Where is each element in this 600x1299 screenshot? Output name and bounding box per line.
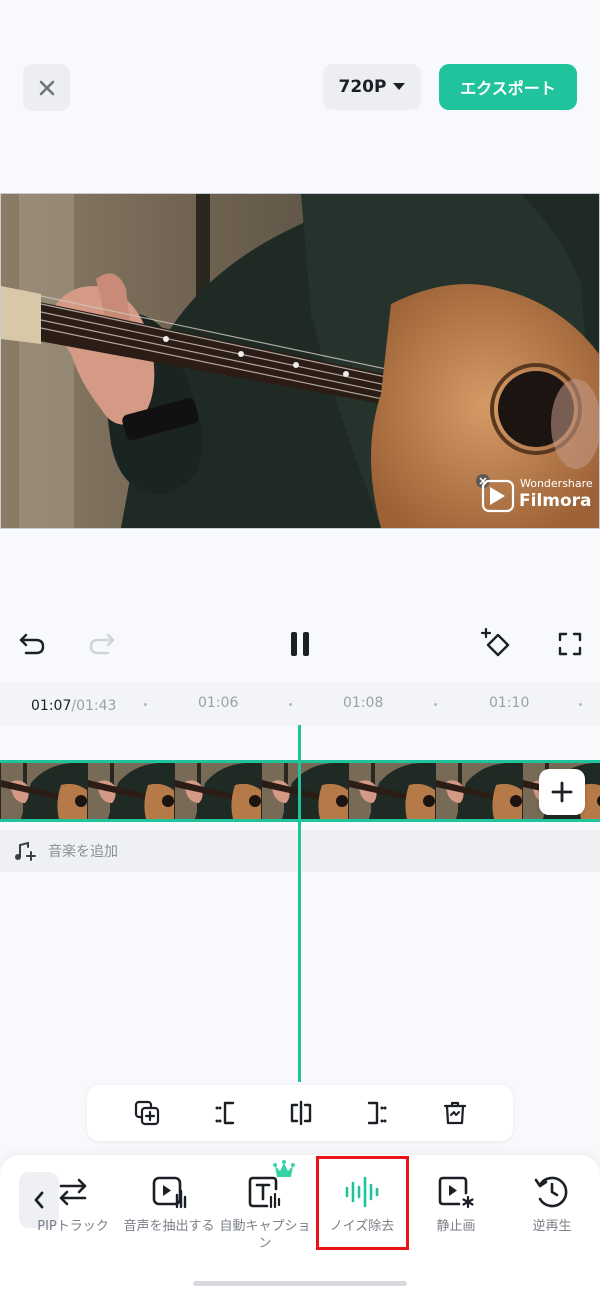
freeze-frame-icon bbox=[436, 1172, 476, 1212]
watermark-brand-top: Wondershare bbox=[520, 477, 593, 490]
add-clip-button[interactable] bbox=[539, 769, 585, 815]
pip-swap-icon bbox=[53, 1172, 93, 1212]
music-add-icon bbox=[15, 841, 36, 861]
duplicate-icon bbox=[134, 1100, 160, 1126]
premium-crown-icon bbox=[273, 1160, 295, 1177]
tool-auto-caption[interactable]: 自動キャプション bbox=[217, 1160, 313, 1262]
tool-label: 静止画 bbox=[436, 1219, 476, 1234]
redo-button[interactable] bbox=[86, 628, 118, 660]
add-music-label: 音楽を追加 bbox=[48, 844, 118, 860]
ruler-dot bbox=[434, 703, 437, 706]
playhead[interactable] bbox=[298, 725, 301, 1082]
ruler-dot bbox=[579, 703, 582, 706]
split-icon bbox=[290, 1100, 312, 1126]
ruler-dot bbox=[144, 703, 147, 706]
fullscreen-button[interactable] bbox=[556, 630, 584, 658]
time-display: 01:07/01:43 bbox=[31, 695, 116, 714]
ruler-dot bbox=[289, 703, 292, 706]
auto-caption-icon bbox=[245, 1160, 295, 1212]
trim-start-button[interactable] bbox=[209, 1098, 239, 1128]
delete-button[interactable] bbox=[440, 1098, 470, 1128]
tool-pip-track[interactable]: PIPトラック bbox=[25, 1172, 121, 1262]
clip-thumbnail bbox=[348, 763, 435, 819]
resolution-label: 720P bbox=[338, 77, 387, 97]
tool-label: 逆再生 bbox=[532, 1219, 572, 1234]
trim-end-icon bbox=[367, 1101, 387, 1125]
tool-label: PIPトラック bbox=[37, 1219, 109, 1234]
home-indicator[interactable] bbox=[193, 1281, 407, 1286]
clip-thumbnail bbox=[87, 763, 174, 819]
fullscreen-icon bbox=[558, 632, 582, 656]
pause-button[interactable] bbox=[284, 628, 316, 660]
keyframe-button[interactable] bbox=[479, 626, 513, 660]
video-preview[interactable]: Wondershare Filmora bbox=[0, 193, 600, 529]
split-button[interactable] bbox=[286, 1098, 316, 1128]
current-time: 01:07 bbox=[31, 698, 72, 714]
ruler-tick: 01:10 bbox=[489, 695, 530, 711]
reverse-icon bbox=[532, 1172, 572, 1212]
tool-reverse[interactable]: 逆再生 bbox=[504, 1172, 600, 1262]
ruler-tick: 01:08 bbox=[343, 695, 384, 711]
tool-extract-audio[interactable]: 音声を抽出する bbox=[121, 1172, 217, 1262]
close-button[interactable] bbox=[23, 64, 70, 111]
ruler-tick: 01:06 bbox=[198, 695, 239, 711]
redo-icon bbox=[89, 633, 115, 655]
total-time: /01:43 bbox=[71, 698, 117, 714]
pause-icon bbox=[291, 632, 309, 656]
extract-audio-icon bbox=[149, 1172, 189, 1212]
delete-icon bbox=[443, 1101, 467, 1125]
caret-down-icon bbox=[393, 83, 406, 90]
watermark-brand-bottom: Filmora bbox=[519, 491, 592, 511]
clip-thumbnail bbox=[435, 763, 522, 819]
resolution-dropdown[interactable]: 720P bbox=[323, 64, 421, 110]
trim-end-button[interactable] bbox=[363, 1098, 393, 1128]
keyframe-add-icon bbox=[480, 627, 510, 657]
tool-label: 自動キャプション bbox=[219, 1219, 311, 1251]
clip-thumbnail bbox=[174, 763, 261, 819]
plus-icon bbox=[551, 781, 573, 803]
undo-button[interactable] bbox=[16, 628, 48, 660]
undo-icon bbox=[19, 633, 45, 655]
selection-highlight bbox=[316, 1156, 409, 1250]
clip-thumbnail bbox=[261, 763, 348, 819]
clip-thumbnail bbox=[0, 763, 87, 819]
tool-label: 音声を抽出する bbox=[123, 1219, 215, 1234]
video-frame bbox=[1, 194, 599, 528]
duplicate-button[interactable] bbox=[132, 1098, 162, 1128]
trim-start-icon bbox=[215, 1101, 235, 1125]
tool-freeze-frame[interactable]: 静止画 bbox=[408, 1172, 504, 1262]
export-button[interactable]: エクスポート bbox=[439, 64, 577, 110]
close-icon bbox=[39, 80, 54, 95]
